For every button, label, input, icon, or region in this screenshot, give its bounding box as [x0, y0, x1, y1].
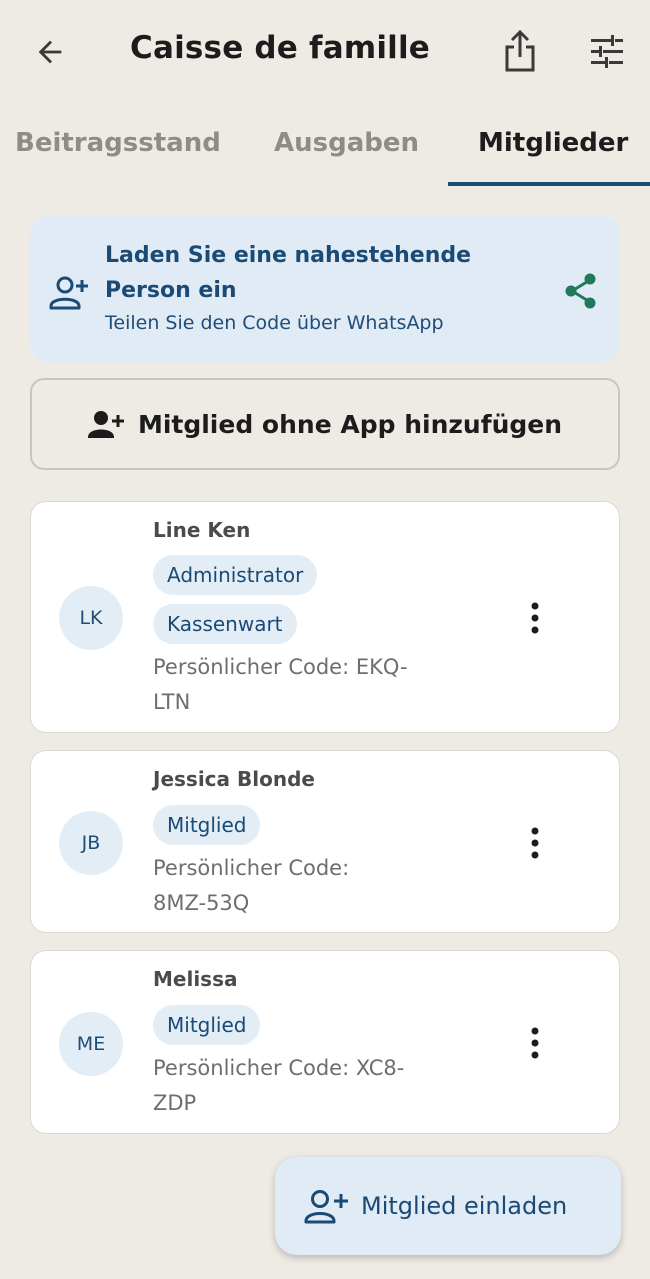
tune-sliders-icon — [591, 35, 623, 68]
member-menu-button[interactable] — [515, 596, 555, 640]
member-card[interactable]: JB Jessica Blonde Mitglied Persönlicher … — [30, 750, 620, 933]
personal-code: Persönlicher Code: 8MZ-53Q — [153, 851, 483, 921]
personal-code: Persönlicher Code: EKQ- LTN — [153, 650, 483, 720]
app-bar: Caisse de famille — [0, 0, 650, 104]
role-chip: Mitglied — [153, 805, 261, 845]
arrow-back-icon — [38, 40, 62, 64]
tab-beitragsstand[interactable]: Beitragsstand — [15, 128, 221, 158]
role-chip: Administrator — [153, 555, 318, 595]
person-add-filled-icon — [87, 411, 124, 438]
invite-banner-subtitle: Teilen Sie den Code über WhatsApp — [105, 312, 444, 334]
members-screen: Caisse de famille Beitragsstand Ausgaben… — [0, 0, 650, 1279]
back-button[interactable] — [26, 30, 74, 74]
personal-code-line: Persönlicher Code: EKQ- — [153, 655, 408, 679]
filter-settings-button[interactable] — [584, 28, 630, 74]
personal-code-line: LTN — [153, 690, 191, 714]
personal-code-line: Persönlicher Code: XC8- — [153, 1056, 405, 1080]
invite-banner-title: Laden Sie eine nahestehende Person ein — [105, 243, 472, 303]
avatar: ME — [59, 1012, 123, 1076]
person-add-icon — [304, 1190, 348, 1224]
member-name: Melissa — [153, 967, 238, 991]
personal-code-line: 8MZ-53Q — [153, 891, 250, 915]
avatar: LK — [59, 586, 123, 650]
more-vert-icon — [531, 602, 539, 634]
avatar: JB — [59, 811, 123, 875]
member-card[interactable]: LK Line Ken Administrator Kassenwart Per… — [30, 501, 620, 733]
member-card[interactable]: ME Melissa Mitglied Persönlicher Code: X… — [30, 950, 620, 1134]
tab-mitglieder[interactable]: Mitglieder — [478, 128, 628, 158]
personal-code-line: ZDP — [153, 1091, 197, 1115]
share-export-icon — [505, 29, 535, 72]
page-title: Caisse de famille — [130, 30, 431, 66]
more-vert-icon — [531, 1027, 539, 1059]
member-menu-button[interactable] — [515, 821, 555, 865]
personal-code-line: Persönlicher Code: — [153, 856, 350, 880]
add-member-without-app-label: Mitglied ohne App hinzufügen — [137, 409, 563, 439]
tab-bar: Beitragsstand Ausgaben Mitglieder — [0, 110, 650, 190]
invite-banner[interactable]: Laden Sie eine nahestehende Person ein T… — [30, 216, 620, 362]
tab-indicator — [448, 182, 650, 186]
tab-ausgaben[interactable]: Ausgaben — [274, 128, 419, 158]
person-add-icon — [49, 276, 88, 310]
personal-code: Persönlicher Code: XC8- ZDP — [153, 1051, 483, 1121]
add-member-without-app-button[interactable]: Mitglied ohne App hinzufügen — [30, 378, 620, 470]
share-button[interactable] — [498, 26, 542, 76]
share-nodes-icon[interactable] — [562, 272, 600, 310]
member-menu-button[interactable] — [515, 1021, 555, 1065]
member-name: Line Ken — [153, 518, 251, 542]
member-name: Jessica Blonde — [153, 767, 315, 791]
invite-member-fab[interactable]: Mitglied einladen — [275, 1157, 621, 1255]
more-vert-icon — [531, 827, 539, 859]
invite-member-label: Mitglied einladen — [361, 1192, 568, 1220]
role-chip: Mitglied — [153, 1005, 261, 1045]
role-chip: Kassenwart — [153, 604, 297, 644]
